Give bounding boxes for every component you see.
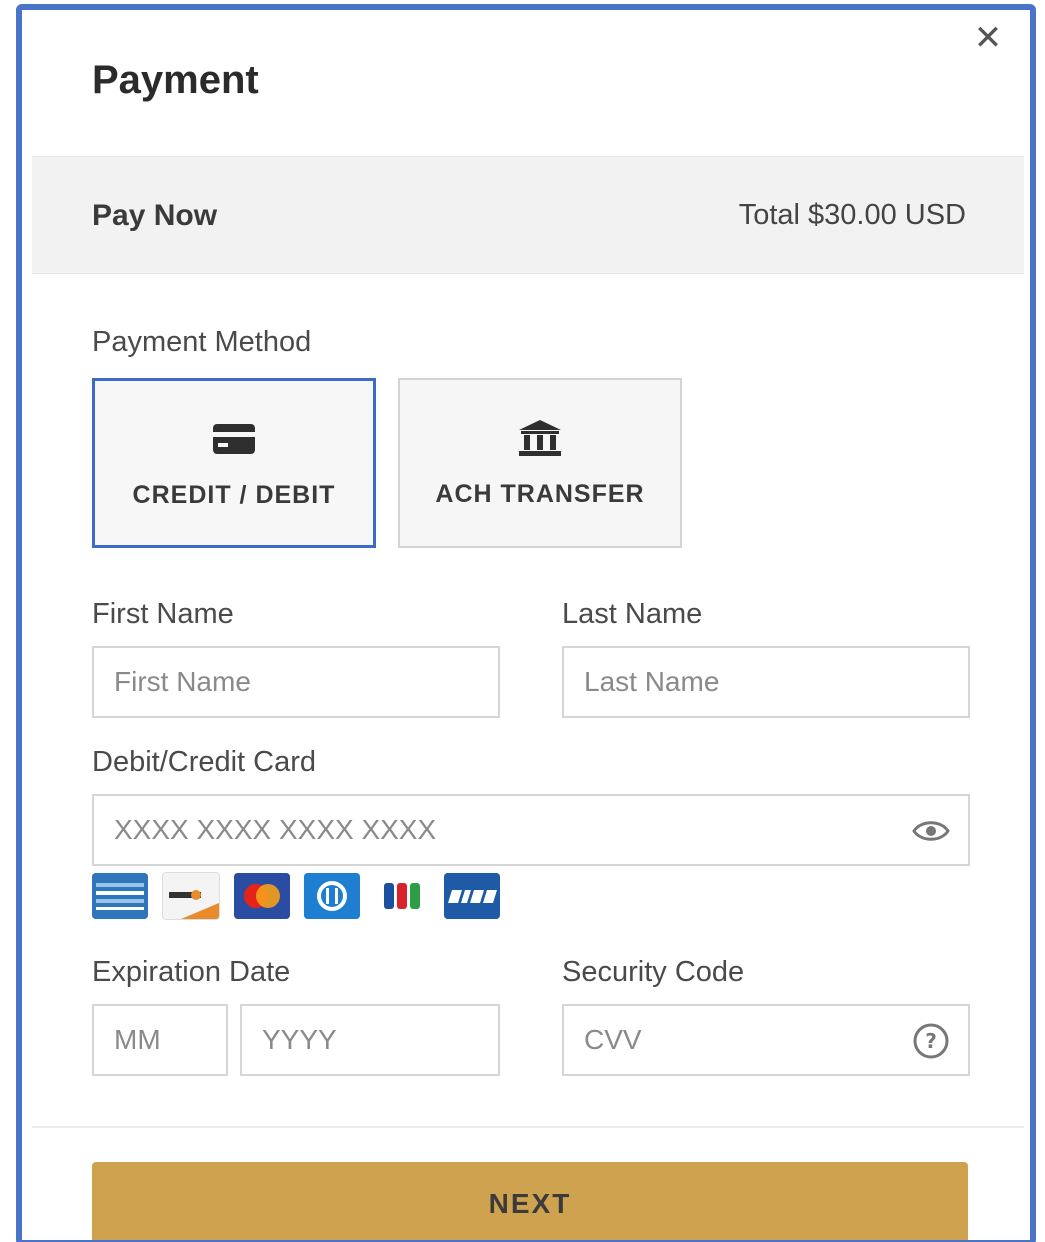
payment-summary-bar: Pay Now Total $30.00 USD: [32, 156, 1024, 274]
expiration-month-input[interactable]: [94, 1006, 226, 1074]
eye-icon[interactable]: [912, 812, 950, 850]
bank-icon: [400, 420, 680, 456]
payment-modal: Payment ✕ Pay Now Total $30.00 USD Payme…: [32, 16, 1024, 1240]
first-name-label: First Name: [92, 598, 234, 630]
screenshot-frame: Payment ✕ Pay Now Total $30.00 USD Payme…: [16, 4, 1036, 1242]
pay-now-label: Pay Now: [92, 199, 218, 232]
total-amount: Total $30.00 USD: [738, 199, 966, 231]
last-name-field[interactable]: [562, 646, 970, 718]
card-brand-logos: [92, 872, 500, 920]
credit-card-icon: [95, 421, 373, 457]
expiration-month-field[interactable]: [92, 1004, 228, 1076]
amex-icon: [92, 873, 148, 919]
visa-icon: [444, 873, 500, 919]
expiration-year-input[interactable]: [242, 1006, 498, 1074]
expiration-date-label: Expiration Date: [92, 956, 291, 988]
card-number-input[interactable]: [94, 796, 968, 864]
first-name-input[interactable]: [94, 648, 498, 716]
card-number-field[interactable]: [92, 794, 970, 866]
footer-divider: [32, 1126, 1024, 1128]
discover-icon: [162, 872, 220, 920]
diners-club-icon: [304, 873, 360, 919]
ach-transfer-label: ACH TRANSFER: [435, 480, 645, 508]
jcb-icon: [374, 873, 430, 919]
expiration-year-field[interactable]: [240, 1004, 500, 1076]
svg-text:?: ?: [925, 1029, 937, 1053]
security-code-field[interactable]: ?: [562, 1004, 970, 1076]
card-number-label: Debit/Credit Card: [92, 746, 317, 778]
security-code-input[interactable]: [564, 1006, 968, 1074]
modal-title: Payment: [92, 58, 259, 102]
security-code-label: Security Code: [562, 956, 745, 988]
next-button[interactable]: NEXT: [92, 1162, 968, 1240]
last-name-label: Last Name: [562, 598, 703, 630]
payment-method-label: Payment Method: [92, 326, 312, 358]
help-icon[interactable]: ?: [912, 1022, 950, 1060]
ach-transfer-option[interactable]: ACH TRANSFER: [398, 378, 682, 548]
credit-debit-option[interactable]: CREDIT / DEBIT: [92, 378, 376, 548]
last-name-input[interactable]: [564, 648, 968, 716]
mastercard-icon: [234, 873, 290, 919]
close-icon[interactable]: ✕: [970, 20, 1006, 56]
credit-debit-label: CREDIT / DEBIT: [132, 481, 336, 509]
first-name-field[interactable]: [92, 646, 500, 718]
